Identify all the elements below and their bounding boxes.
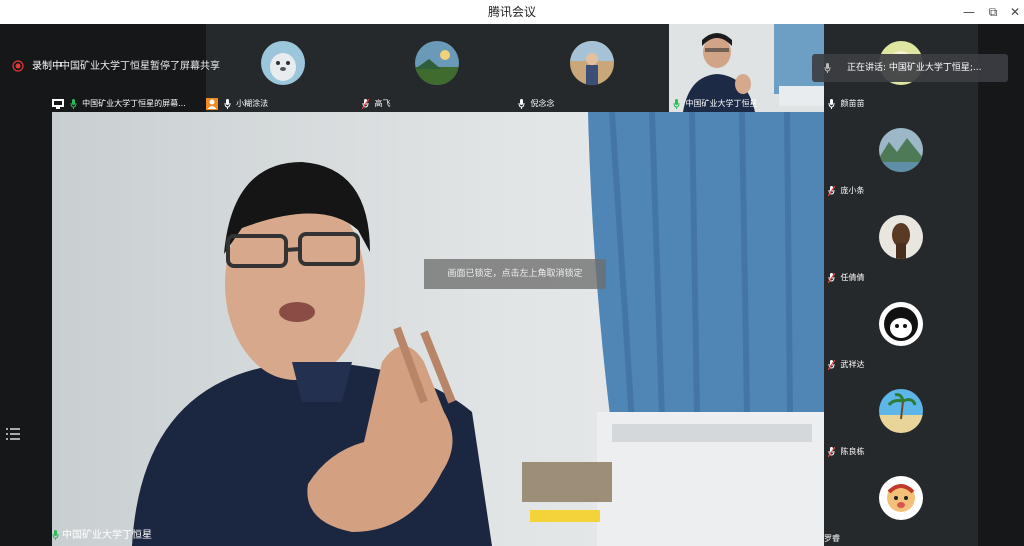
mic-icon xyxy=(824,62,831,73)
mic-active-icon xyxy=(673,98,680,109)
avatar xyxy=(415,41,459,85)
title-bar: 腾讯会议 — ⧉ ✕ xyxy=(0,0,1024,24)
speaking-indicator: 正在讲话: 中国矿业大学丁恒星;... xyxy=(812,54,1008,82)
participant-name: 任倩倩 xyxy=(840,273,865,282)
avatar xyxy=(261,41,305,85)
participant-tile[interactable]: 任倩倩 xyxy=(824,198,978,285)
tile-name-bar: 罗睿 xyxy=(824,532,840,546)
mic-muted-icon xyxy=(828,446,835,457)
participant-name: 小糊涂法 xyxy=(236,99,269,108)
tile-name-bar: 小糊涂法 xyxy=(206,97,268,111)
main-speaker-name: 中国矿业大学丁恒星 xyxy=(62,530,152,541)
participant-video-tile[interactable]: 中国矿业大学丁恒星 xyxy=(669,24,824,112)
mic-muted-icon xyxy=(362,98,369,109)
mic-muted-icon xyxy=(828,185,835,196)
participant-tile[interactable]: 小糊涂法 xyxy=(206,24,360,112)
participant-name: 庞小条 xyxy=(840,186,865,195)
participant-tile[interactable]: 庞小条 xyxy=(824,111,978,198)
participant-tile[interactable]: 陈良栋 xyxy=(824,372,978,459)
avatar xyxy=(879,476,923,520)
mic-icon xyxy=(224,98,231,109)
participant-tile[interactable]: 倪念念 xyxy=(514,24,668,112)
record-icon xyxy=(12,60,24,72)
close-icon[interactable]: ✕ xyxy=(1004,0,1024,24)
mic-muted-icon xyxy=(828,359,835,370)
tile-name-bar: 高飞 xyxy=(362,97,391,111)
restore-icon[interactable]: ⧉ xyxy=(982,0,1004,24)
participant-tile[interactable]: 武祥达 xyxy=(824,285,978,372)
avatar xyxy=(879,302,923,346)
tile-screen-share[interactable]: 中国矿业大学丁恒星的屏幕... xyxy=(52,97,186,111)
tile-name-bar: 任倩倩 xyxy=(828,271,865,285)
recording-label: 录制中 xyxy=(32,61,62,72)
tile-name-bar: 庞小条 xyxy=(828,184,865,198)
screen-share-icon xyxy=(52,98,64,109)
user-icon xyxy=(206,97,218,110)
main-speaker-label: 中国矿业大学丁恒星 xyxy=(52,528,152,544)
mic-muted-icon xyxy=(828,272,835,283)
minimize-icon[interactable]: — xyxy=(958,0,980,24)
participant-name: 高飞 xyxy=(374,99,391,108)
avatar xyxy=(879,215,923,259)
participant-name: 颜苗苗 xyxy=(840,99,865,108)
share-paused-notice: 中国矿业大学丁恒星暂停了屏幕共享 xyxy=(60,61,220,72)
mic-icon xyxy=(518,98,525,109)
mic-active-icon xyxy=(70,98,77,109)
participant-name: 武祥达 xyxy=(840,360,865,369)
tile-name-bar: 武祥达 xyxy=(828,358,865,372)
mic-icon xyxy=(828,98,835,109)
participant-name: 中国矿业大学丁恒星 xyxy=(685,99,758,108)
avatar xyxy=(570,41,614,85)
main-video-image xyxy=(52,112,824,546)
participant-tile[interactable]: 高飞 xyxy=(360,24,514,112)
view-locked-toast: 画面已锁定，点击左上角取消锁定 xyxy=(424,259,606,289)
tile-name-bar: 倪念念 xyxy=(518,97,555,111)
avatar xyxy=(879,389,923,433)
participant-tile[interactable]: 罗睿 xyxy=(824,459,978,546)
participant-name: 罗睿 xyxy=(824,534,840,543)
participant-name: 陈良栋 xyxy=(840,447,865,456)
participant-name: 中国矿业大学丁恒星的屏幕... xyxy=(82,99,186,108)
main-video[interactable] xyxy=(52,112,824,546)
window-title: 腾讯会议 xyxy=(487,5,536,19)
tile-name-bar: 颜苗苗 xyxy=(828,97,865,111)
mic-active-icon xyxy=(52,530,59,540)
avatar xyxy=(879,128,923,172)
tile-name-bar: 中国矿业大学丁恒星 xyxy=(673,97,758,111)
recording-indicator[interactable]: 录制中 xyxy=(12,58,62,76)
speaking-label: 正在讲话: 中国矿业大学丁恒星;... xyxy=(847,63,982,73)
tile-name-bar: 陈良栋 xyxy=(828,445,865,459)
participant-name: 倪念念 xyxy=(530,99,555,108)
member-list-icon[interactable] xyxy=(6,426,22,440)
